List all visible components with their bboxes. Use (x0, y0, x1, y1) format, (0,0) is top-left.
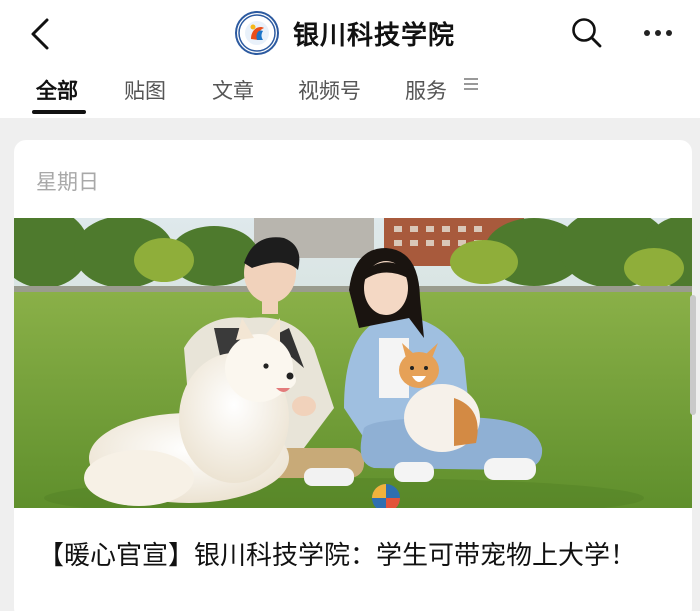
post-headline[interactable]: 【暖心官宣】银川科技学院：学生可带宠物上大学！ (38, 534, 678, 578)
more-horizontal-icon-dot (655, 30, 661, 36)
scrollbar-thumb[interactable] (690, 295, 696, 415)
school-emblem-icon (238, 14, 276, 52)
tab-all[interactable]: 全部 (32, 70, 86, 116)
more-button[interactable] (636, 18, 680, 48)
tab-label: 贴图 (124, 79, 166, 103)
post-date: 星期日 (36, 170, 99, 194)
chevron-left-icon (31, 18, 49, 50)
tab-label: 文章 (212, 79, 254, 103)
tab-label: 服务 (405, 79, 447, 103)
tab-label: 视频号 (298, 79, 361, 103)
post-cover-image[interactable] (14, 218, 692, 508)
top-bar: 银川科技学院 全部 贴图 文章 视频号 服务 (0, 0, 700, 118)
active-tab-indicator (32, 110, 86, 114)
photo-students-with-pets (14, 218, 692, 508)
post-card[interactable]: 星期日 【暖心官宣】银川科技学院：学生可带宠物上大学！ (14, 140, 692, 611)
school-logo (235, 11, 279, 55)
services-menu-icon[interactable] (464, 78, 478, 92)
search-button[interactable] (570, 16, 604, 50)
search-icon (572, 18, 602, 48)
back-button[interactable] (22, 14, 58, 54)
account-title: 银川科技学院 (293, 20, 456, 51)
more-horizontal-icon-dot (666, 30, 672, 36)
more-horizontal-icon (644, 30, 650, 36)
tab-images[interactable]: 贴图 (124, 70, 166, 116)
tab-services[interactable]: 服务 (405, 70, 447, 116)
tab-video-channel[interactable]: 视频号 (298, 70, 361, 116)
tab-label: 全部 (36, 79, 78, 103)
account-header[interactable]: 银川科技学院 (235, 10, 455, 56)
tab-articles[interactable]: 文章 (212, 70, 254, 116)
